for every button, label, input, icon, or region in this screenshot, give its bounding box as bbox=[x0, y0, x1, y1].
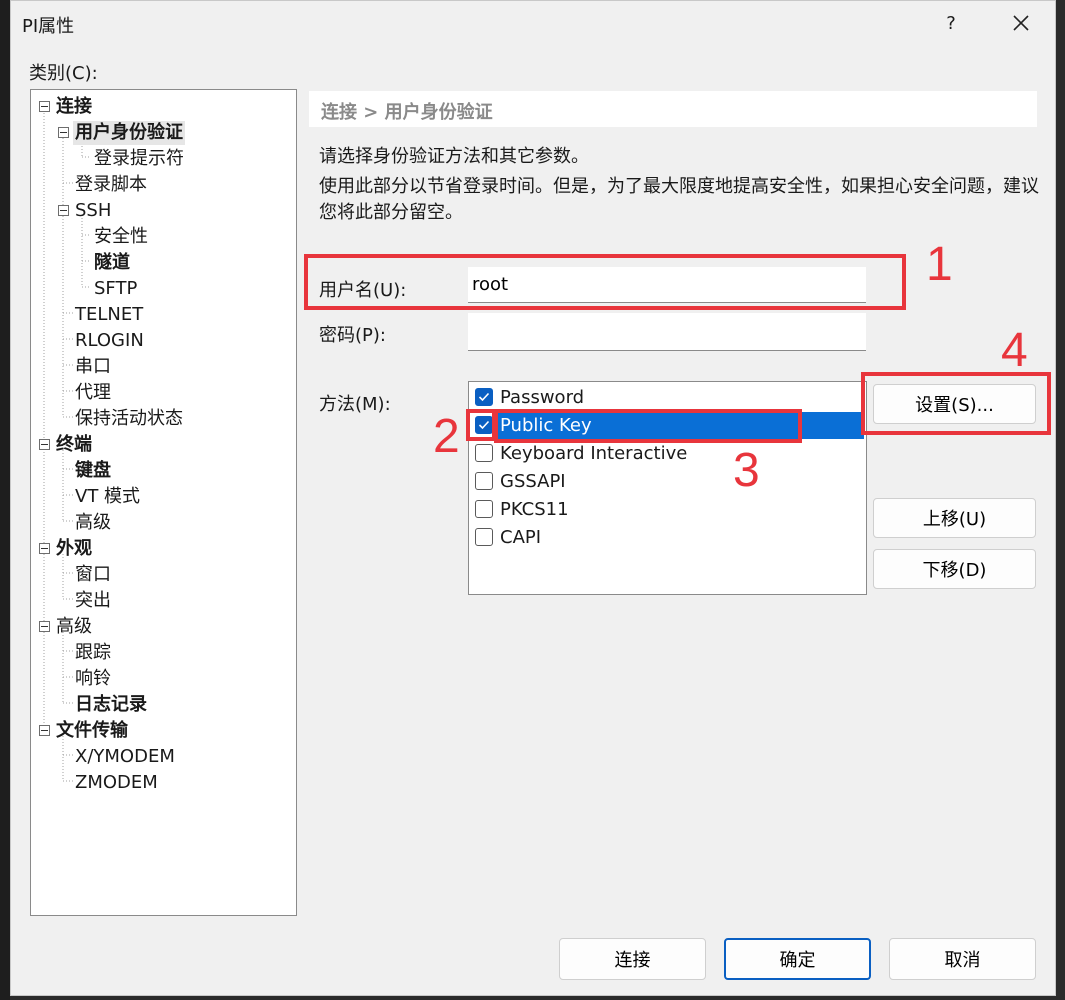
method-label-text: Password bbox=[500, 387, 585, 408]
tree-item-login-script[interactable]: 登录脚本 bbox=[75, 173, 147, 197]
tree-item-advanced-root[interactable]: 高级 bbox=[56, 615, 92, 639]
tree-item-login-prompts[interactable]: 登录提示符 bbox=[94, 147, 184, 171]
collapse-icon[interactable] bbox=[39, 439, 50, 450]
collapse-icon[interactable] bbox=[39, 621, 50, 632]
tree-item-security[interactable]: 安全性 bbox=[94, 225, 148, 249]
method-item-capi[interactable]: CAPI bbox=[469, 524, 864, 551]
tree-item-proxy[interactable]: 代理 bbox=[75, 381, 111, 405]
tree-item-sftp[interactable]: SFTP bbox=[94, 277, 137, 301]
cancel-button[interactable]: 取消 bbox=[889, 938, 1036, 980]
method-item-keyboard-interactive[interactable]: Keyboard Interactive bbox=[469, 440, 864, 467]
ok-button[interactable]: 确定 bbox=[724, 938, 871, 980]
tree-item-terminal[interactable]: 终端 bbox=[56, 433, 92, 457]
password-input[interactable] bbox=[468, 313, 866, 351]
move-down-button[interactable]: 下移(D) bbox=[873, 549, 1036, 589]
help-button[interactable]: ? bbox=[936, 9, 966, 39]
tree-item-connection[interactable]: 连接 bbox=[56, 95, 92, 119]
tree-item-logging[interactable]: 日志记录 bbox=[75, 693, 147, 717]
tree-item-zmodem[interactable]: ZMODEM bbox=[75, 771, 158, 795]
tree-item-tunneling[interactable]: 隧道 bbox=[94, 251, 130, 275]
tree-item-bell[interactable]: 响铃 bbox=[75, 667, 111, 691]
tree-item-telnet[interactable]: TELNET bbox=[75, 303, 143, 327]
tree-item-appearance[interactable]: 外观 bbox=[56, 537, 92, 561]
method-item-password[interactable]: Password bbox=[469, 384, 864, 411]
tree-item-keyboard[interactable]: 键盘 bbox=[75, 459, 111, 483]
description-text: 请选择身份验证方法和其它参数。 bbox=[319, 146, 589, 167]
window-title: PI属性 bbox=[22, 16, 75, 37]
checkbox-checked-icon[interactable] bbox=[475, 388, 493, 406]
collapse-icon[interactable] bbox=[39, 101, 50, 112]
tree-item-keep-alive[interactable]: 保持活动状态 bbox=[75, 407, 183, 431]
background-window-edge bbox=[0, 0, 10, 1000]
category-tree[interactable]: 连接 用户身份验证 登录提示符 登录脚本 SSH 安全性 隧道 SFTP TEL… bbox=[30, 89, 297, 916]
checkbox-unchecked-icon[interactable] bbox=[475, 528, 493, 546]
annotation-number-1: 1 bbox=[926, 238, 953, 291]
method-label: 方法(M): bbox=[319, 394, 391, 415]
close-icon[interactable] bbox=[1001, 7, 1041, 41]
checkbox-unchecked-icon[interactable] bbox=[475, 444, 493, 462]
tree-item-highlight[interactable]: 突出 bbox=[75, 589, 111, 613]
checkbox-unchecked-icon[interactable] bbox=[475, 500, 493, 518]
tree-item-serial[interactable]: 串口 bbox=[75, 355, 111, 379]
collapse-icon[interactable] bbox=[58, 127, 69, 138]
tree-item-vt-mode[interactable]: VT 模式 bbox=[75, 485, 140, 509]
tree-item-advanced[interactable]: 高级 bbox=[75, 511, 111, 535]
tree-item-trace[interactable]: 跟踪 bbox=[75, 641, 111, 665]
method-item-gssapi[interactable]: GSSAPI bbox=[469, 468, 864, 495]
session-properties-dialog: PI属性 ? 类别(C): 连接 用户身份验证 登录提示符 登录脚本 SSH 安… bbox=[10, 0, 1056, 996]
password-label: 密码(P): bbox=[319, 325, 386, 346]
method-label-text: Keyboard Interactive bbox=[500, 443, 688, 464]
annotation-number-2: 2 bbox=[433, 410, 460, 463]
collapse-icon[interactable] bbox=[39, 543, 50, 554]
tree-lines bbox=[43, 113, 91, 782]
tree-item-ssh[interactable]: SSH bbox=[75, 199, 111, 223]
tree-item-user-auth[interactable]: 用户身份验证 bbox=[73, 121, 185, 145]
collapse-icon[interactable] bbox=[58, 205, 69, 216]
tree-item-window[interactable]: 窗口 bbox=[75, 563, 111, 587]
tree-item-xymodem[interactable]: X/YMODEM bbox=[75, 745, 175, 769]
title-bar: PI属性 ? bbox=[11, 1, 1055, 45]
category-label: 类别(C): bbox=[29, 63, 98, 84]
checkbox-unchecked-icon[interactable] bbox=[475, 472, 493, 490]
annotation-box-username bbox=[304, 254, 906, 310]
method-label-text: GSSAPI bbox=[500, 471, 566, 492]
annotation-number-3: 3 bbox=[733, 444, 760, 497]
method-label-text: PKCS11 bbox=[500, 499, 569, 520]
annotation-number-4: 4 bbox=[1001, 324, 1028, 377]
annotation-box-checkbox bbox=[466, 409, 496, 441]
description-hint: 使用此部分以节省登录时间。但是，为了最大限度地提高安全性，如果担心安全问题，建议… bbox=[319, 176, 1039, 223]
move-up-button[interactable]: 上移(U) bbox=[873, 498, 1036, 538]
tree-item-file-transfer[interactable]: 文件传输 bbox=[56, 719, 128, 743]
connect-button[interactable]: 连接 bbox=[559, 938, 706, 980]
tree-item-rlogin[interactable]: RLOGIN bbox=[75, 329, 144, 353]
annotation-box-settings bbox=[861, 372, 1051, 435]
breadcrumb: 连接 > 用户身份验证 bbox=[321, 102, 493, 123]
annotation-box-public-key bbox=[494, 409, 802, 443]
collapse-icon[interactable] bbox=[39, 725, 50, 736]
method-label-text: CAPI bbox=[500, 527, 542, 548]
method-item-pkcs11[interactable]: PKCS11 bbox=[469, 496, 864, 523]
breadcrumb-bar: 连接 > 用户身份验证 bbox=[309, 91, 1037, 127]
